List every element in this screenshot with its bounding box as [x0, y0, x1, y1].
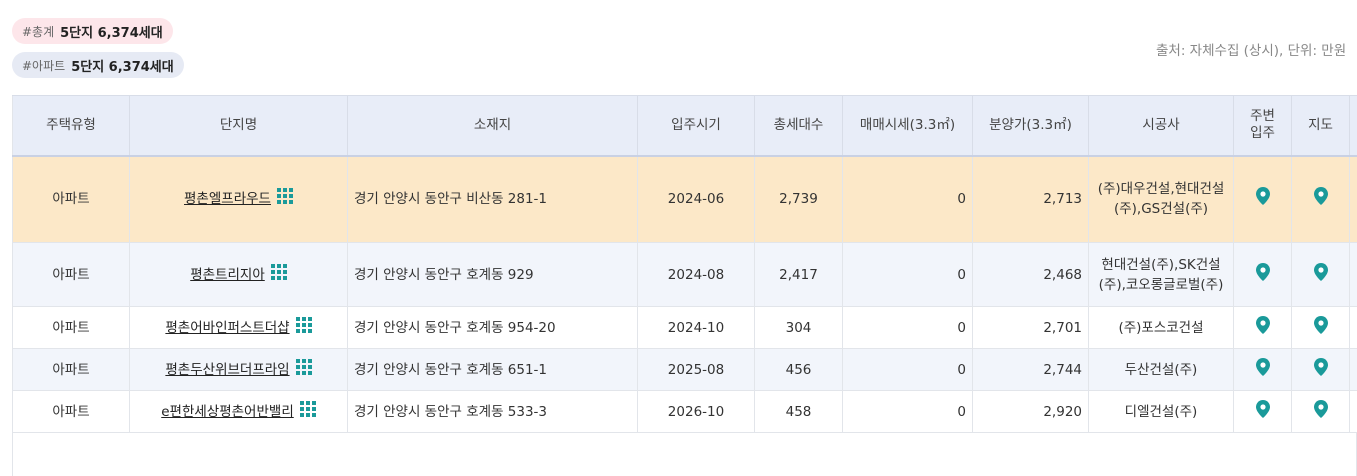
- cell-type: 아파트: [12, 306, 130, 349]
- table-row: 아파트 평촌어바인퍼스트더샵 경기 안양시 동안구 호계동 954-20 2024-1…: [12, 306, 1357, 349]
- cell-address: 경기 안양시 동안구 호계동 929: [347, 242, 638, 307]
- map-pin-icon[interactable]: [1313, 187, 1328, 211]
- cell-spacer: [1349, 155, 1357, 243]
- header-type: 주택유형: [12, 95, 130, 157]
- cell-presale-price: 2,920: [972, 390, 1089, 433]
- cell-address: 경기 안양시 동안구 호계동 954-20: [347, 306, 638, 349]
- cell-sale-price: 0: [842, 348, 973, 391]
- header-nearby: 주변 입주: [1233, 95, 1292, 157]
- source-note: 출처: 자체수집 (상시), 단위: 만원: [1156, 43, 1347, 59]
- cell-move-in: 2024-06: [637, 155, 755, 243]
- header-move-in: 입주시기: [637, 95, 755, 157]
- cell-spacer: [1349, 390, 1357, 433]
- cell-sale-price: 0: [842, 242, 973, 307]
- header-address: 소재지: [347, 95, 638, 157]
- cell-map: [1291, 155, 1350, 243]
- cell-map: [1291, 390, 1350, 433]
- header-map: 지도: [1291, 95, 1350, 157]
- cell-households: 456: [754, 348, 843, 391]
- cell-households: 458: [754, 390, 843, 433]
- header-spacer: [1349, 95, 1357, 157]
- cell-nearby: [1233, 390, 1292, 433]
- cell-move-in: 2024-08: [637, 242, 755, 307]
- cell-map: [1291, 306, 1350, 349]
- cell-move-in: 2026-10: [637, 390, 755, 433]
- cell-name: 평촌엘프라우드: [129, 155, 348, 243]
- table-empty-area: [12, 432, 1357, 476]
- cell-builder: 두산건설(주): [1088, 348, 1234, 391]
- grid-icon[interactable]: [295, 316, 312, 339]
- cell-address: 경기 안양시 동안구 호계동 533-3: [347, 390, 638, 433]
- header-sale-price: 매매시세(3.3㎡): [842, 95, 973, 157]
- cell-name: 평촌어바인퍼스트더샵: [129, 306, 348, 349]
- header-presale-price: 분양가(3.3㎡): [972, 95, 1089, 157]
- cell-nearby: [1233, 306, 1292, 349]
- table-header-row: 주택유형 단지명 소재지 입주시기 총세대수 매매시세(3.3㎡) 분양가(3.…: [12, 95, 1357, 157]
- cell-households: 2,739: [754, 155, 843, 243]
- table-row: 아파트 평촌트리지아 경기 안양시 동안구 호계동 929 2024-08 2,417 0…: [12, 242, 1357, 307]
- cell-nearby: [1233, 348, 1292, 391]
- cell-address: 경기 안양시 동안구 호계동 651-1: [347, 348, 638, 391]
- grid-icon[interactable]: [299, 400, 316, 423]
- cell-households: 304: [754, 306, 843, 349]
- cell-nearby: [1233, 155, 1292, 243]
- complex-name-link[interactable]: 평촌두산위브더프라임: [165, 362, 289, 378]
- table-row: 아파트 e편한세상평촌어반밸리 경기 안양시 동안구 호계동 533-3 2026-1…: [12, 390, 1357, 433]
- map-pin-icon[interactable]: [1255, 262, 1270, 287]
- map-pin-icon[interactable]: [1313, 399, 1328, 424]
- cell-presale-price: 2,701: [972, 306, 1089, 349]
- cell-name: 평촌트리지아: [129, 242, 348, 307]
- cell-address: 경기 안양시 동안구 비산동 281-1: [347, 155, 638, 243]
- cell-builder: 현대건설(주),SK건설(주),코오롱글로벌(주): [1088, 242, 1234, 307]
- map-pin-icon[interactable]: [1313, 315, 1328, 340]
- cell-name: 평촌두산위브더프라임: [129, 348, 348, 391]
- cell-type: 아파트: [12, 390, 130, 433]
- cell-spacer: [1349, 242, 1357, 307]
- cell-builder: (주)포스코건설: [1088, 306, 1234, 349]
- header-name: 단지명: [129, 95, 348, 157]
- map-pin-icon[interactable]: [1255, 357, 1270, 382]
- grid-icon[interactable]: [270, 263, 287, 286]
- cell-type: 아파트: [12, 348, 130, 391]
- cell-households: 2,417: [754, 242, 843, 307]
- grid-icon[interactable]: [276, 188, 293, 210]
- map-pin-icon[interactable]: [1313, 357, 1328, 382]
- map-pin-icon[interactable]: [1313, 262, 1328, 287]
- cell-builder: (주)대우건설,현대건설(주),GS건설(주): [1088, 155, 1234, 243]
- map-pin-icon[interactable]: [1255, 187, 1270, 211]
- cell-move-in: 2024-10: [637, 306, 755, 349]
- map-pin-icon[interactable]: [1255, 399, 1270, 424]
- complex-name-link[interactable]: e편한세상평촌어반밸리: [161, 404, 294, 420]
- cell-map: [1291, 242, 1350, 307]
- header-builder: 시공사: [1088, 95, 1234, 157]
- cell-spacer: [1349, 348, 1357, 391]
- cell-spacer: [1349, 306, 1357, 349]
- header-nearby-line1: 주변: [1250, 108, 1275, 125]
- complex-name-link[interactable]: 평촌엘프라우드: [184, 191, 271, 207]
- cell-type: 아파트: [12, 155, 130, 243]
- cell-sale-price: 0: [842, 155, 973, 243]
- cell-sale-price: 0: [842, 390, 973, 433]
- cell-map: [1291, 348, 1350, 391]
- grid-icon[interactable]: [295, 358, 312, 381]
- header-households: 총세대수: [754, 95, 843, 157]
- map-pin-icon[interactable]: [1255, 315, 1270, 340]
- complex-table: 주택유형 단지명 소재지 입주시기 총세대수 매매시세(3.3㎡) 분양가(3.…: [12, 95, 1357, 433]
- cell-sale-price: 0: [842, 306, 973, 349]
- cell-presale-price: 2,468: [972, 242, 1089, 307]
- cell-presale-price: 2,713: [972, 155, 1089, 243]
- table-row: 아파트 평촌엘프라우드 경기 안양시 동안구 비산동 281-1 2024-06 2,7…: [12, 155, 1357, 243]
- table-row: 아파트 평촌두산위브더프라임 경기 안양시 동안구 호계동 651-1 2025-08…: [12, 348, 1357, 391]
- cell-nearby: [1233, 242, 1292, 307]
- cell-presale-price: 2,744: [972, 348, 1089, 391]
- cell-name: e편한세상평촌어반밸리: [129, 390, 348, 433]
- complex-name-link[interactable]: 평촌어바인퍼스트더샵: [165, 320, 289, 336]
- cell-move-in: 2025-08: [637, 348, 755, 391]
- cell-type: 아파트: [12, 242, 130, 307]
- cell-builder: 디엘건설(주): [1088, 390, 1234, 433]
- header-nearby-line2: 입주: [1250, 125, 1275, 142]
- complex-name-link[interactable]: 평촌트리지아: [190, 267, 265, 283]
